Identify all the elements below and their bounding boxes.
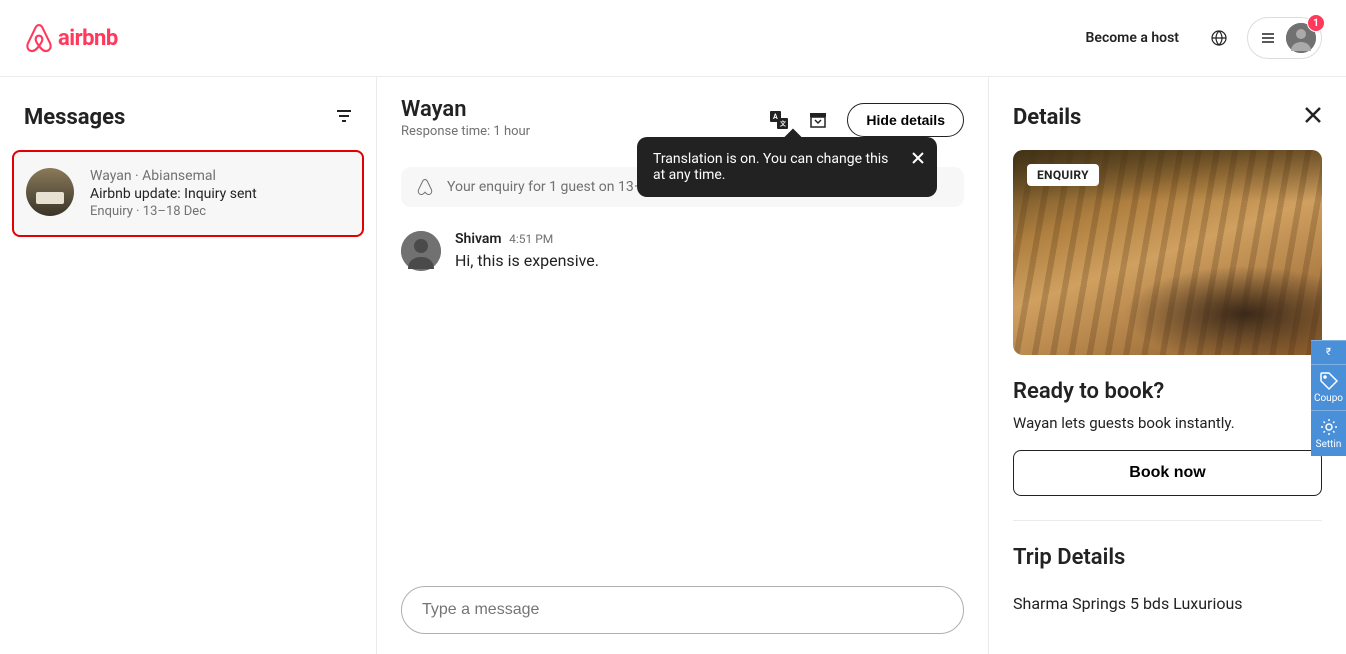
notification-badge: 1: [1307, 14, 1325, 32]
brand-text: airbnb: [58, 26, 118, 51]
messages-sidebar: Messages Wayan · Abiansemal Airbnb updat…: [0, 77, 377, 654]
chat-panel: Wayan Response time: 1 hour A文 Hide deta…: [377, 77, 989, 654]
tooltip-close-button[interactable]: [911, 151, 925, 169]
messages-header: Messages: [0, 77, 376, 150]
messages-title: Messages: [24, 105, 125, 130]
composer: [377, 566, 988, 654]
ready-subtitle: Wayan lets guests book instantly.: [1013, 414, 1322, 432]
message-avatar: [401, 231, 441, 271]
profile-menu-button[interactable]: 1: [1247, 17, 1322, 59]
message-content: Shivam 4:51 PM Hi, this is expensive.: [455, 231, 599, 271]
chat-title-block: Wayan Response time: 1 hour: [401, 97, 530, 139]
conversation-avatar: [26, 168, 74, 216]
app-header: airbnb Become a host 1: [0, 0, 1346, 77]
details-body: ENQUIRY Ready to book? Wayan lets guests…: [989, 150, 1346, 637]
details-title: Details: [1013, 105, 1081, 130]
hamburger-icon: [1260, 30, 1276, 46]
trip-section: Trip Details Sharma Springs 5 bds Luxuri…: [1013, 521, 1322, 637]
listing-image[interactable]: ENQUIRY: [1013, 150, 1322, 355]
conversation-item[interactable]: Wayan · Abiansemal Airbnb update: Inquir…: [12, 150, 364, 237]
airbnb-logo-icon: [24, 22, 54, 54]
enquiry-tag: ENQUIRY: [1027, 164, 1099, 186]
settings-label: Settin: [1316, 439, 1342, 450]
coupon-widget[interactable]: Coupo: [1311, 364, 1346, 410]
tooltip-text: Translation is on. You can change this a…: [653, 151, 888, 183]
chat-body: Your enquiry for 1 guest on 13–18 Dec ha…: [377, 157, 988, 566]
conversation-subject: Airbnb update: Inquiry sent: [90, 186, 350, 202]
language-button[interactable]: [1199, 18, 1239, 58]
ready-title: Ready to book?: [1013, 379, 1322, 404]
message-time: 4:51 PM: [509, 232, 553, 246]
translate-button[interactable]: A文: [769, 110, 789, 130]
filter-button[interactable]: [336, 108, 352, 128]
archive-icon: [809, 111, 827, 129]
trip-title: Trip Details: [1013, 545, 1322, 570]
trip-listing-name: Sharma Springs 5 bds Luxurious: [1013, 594, 1322, 613]
coupon-label: Coupo: [1314, 393, 1343, 404]
book-now-button[interactable]: Book now: [1013, 450, 1322, 496]
person-icon: [401, 231, 441, 271]
svg-text:A: A: [773, 113, 778, 121]
currency-widget[interactable]: ₹: [1311, 340, 1346, 364]
ready-section: Ready to book? Wayan lets guests book in…: [1013, 355, 1322, 521]
conversation-text: Wayan · Abiansemal Airbnb update: Inquir…: [90, 168, 350, 219]
message-header: Shivam 4:51 PM: [455, 231, 599, 247]
message-row: Shivam 4:51 PM Hi, this is expensive.: [401, 231, 964, 271]
details-panel: Details ENQUIRY Ready to book? Wayan let…: [989, 77, 1346, 654]
details-header: Details: [989, 77, 1346, 150]
airbnb-mini-icon: [417, 179, 433, 195]
filter-icon: [336, 108, 352, 124]
settings-widget[interactable]: Settin: [1311, 410, 1346, 456]
chat-actions: A文 Hide details: [769, 103, 964, 137]
translate-icon: A文: [769, 110, 789, 130]
brand-logo[interactable]: airbnb: [24, 22, 118, 54]
chat-title: Wayan: [401, 97, 530, 122]
hide-details-button[interactable]: Hide details: [847, 103, 964, 137]
become-host-link[interactable]: Become a host: [1074, 18, 1191, 58]
header-right: Become a host 1: [1074, 17, 1322, 59]
details-close-button[interactable]: [1304, 105, 1322, 130]
message-body: Hi, this is expensive.: [455, 251, 599, 270]
archive-button[interactable]: [809, 111, 827, 129]
globe-icon: [1211, 30, 1227, 46]
message-sender: Shivam: [455, 231, 502, 247]
message-input[interactable]: [401, 586, 964, 634]
conversation-detail: Enquiry · 13–18 Dec: [90, 204, 350, 219]
main-layout: Messages Wayan · Abiansemal Airbnb updat…: [0, 77, 1346, 654]
chat-subtitle: Response time: 1 hour: [401, 124, 530, 139]
tag-icon: [1319, 371, 1339, 391]
gear-icon: [1319, 417, 1339, 437]
close-icon: [1304, 106, 1322, 124]
translation-tooltip: Translation is on. You can change this a…: [637, 137, 937, 197]
close-icon: [911, 151, 925, 165]
conversation-list: Wayan · Abiansemal Airbnb update: Inquir…: [0, 150, 376, 237]
svg-text:文: 文: [779, 120, 787, 128]
side-widget: ₹ Coupo Settin: [1311, 340, 1346, 456]
conversation-meta: Wayan · Abiansemal: [90, 168, 350, 184]
